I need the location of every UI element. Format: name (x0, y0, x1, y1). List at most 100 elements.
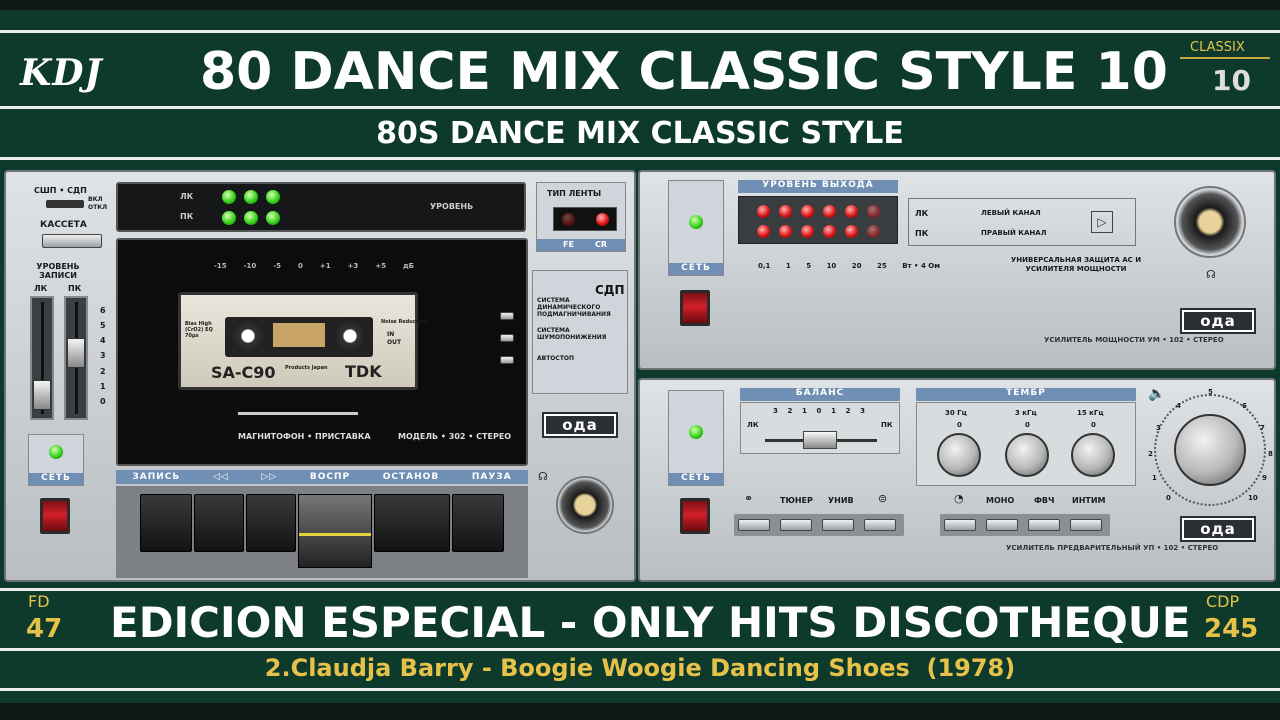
mode-button-row (940, 514, 1110, 536)
cassette-window: -15 -10 -5 0 +1 +3 +5 дБ Bias High (CrO2… (116, 238, 528, 466)
mode-mono-button[interactable] (986, 519, 1018, 531)
balance-tick: 3 (773, 407, 778, 415)
play-key[interactable] (298, 494, 372, 568)
volume-tick: 2 (1148, 450, 1153, 458)
timbre-zero-low: 0 (957, 421, 962, 429)
input-aux-button[interactable] (738, 519, 770, 531)
balance-tick: 0 (816, 407, 822, 415)
noise-switch-label: СШП • СДП (34, 186, 87, 195)
pause-key[interactable] (452, 494, 504, 552)
timbre-knob-low[interactable] (937, 433, 981, 477)
power-led (49, 445, 63, 459)
mode-intim-button[interactable] (1070, 519, 1102, 531)
balance-right-label: ПК (881, 421, 893, 429)
output-led (779, 225, 792, 238)
input-univ-button[interactable] (822, 519, 854, 531)
timbre-zero-mid: 0 (1025, 421, 1030, 429)
aux-icon: ⚭ (744, 492, 754, 505)
deck-power-box: СЕТЬ (28, 434, 84, 486)
tape-origin: Products Japan (285, 365, 328, 371)
slider-thumb[interactable] (33, 380, 51, 410)
headphone-icon: ☊ (1206, 268, 1216, 281)
tape-in-label: IN (387, 331, 395, 338)
record-slider-right[interactable] (64, 296, 88, 420)
record-slider-left[interactable] (30, 296, 54, 420)
meter-tick: +3 (347, 262, 359, 270)
timbre-band-mid: 3 кГц (1015, 409, 1037, 417)
input-tuner-label: ТЮНЕР (780, 496, 813, 505)
pre-power-label: СЕТЬ (669, 473, 723, 485)
mode-hpf-button[interactable] (1028, 519, 1060, 531)
balance-tick: 2 (787, 407, 793, 415)
pre-power-led (689, 425, 703, 439)
scale-tick: 3 (100, 351, 106, 361)
mode-loudness-button[interactable] (944, 519, 976, 531)
output-led (801, 225, 814, 238)
amp-power-box: СЕТЬ (668, 180, 724, 276)
balance-scale: 3 2 1 0 1 2 3 (773, 407, 865, 415)
timbre-knob-mid[interactable] (1005, 433, 1049, 477)
din-socket[interactable] (556, 476, 614, 534)
play-icon[interactable]: ▷ (1091, 211, 1113, 233)
play-key-stripe (299, 533, 371, 536)
timbre-knob-high[interactable] (1071, 433, 1115, 477)
input-univ-label: УНИВ (828, 496, 854, 505)
pre-power-button[interactable] (680, 498, 710, 534)
deck-power-button[interactable] (40, 498, 70, 534)
meter-led (222, 211, 236, 225)
pre-model-label: УСИЛИТЕЛЬ ПРЕДВАРИТЕЛЬНЫЙ УП • 102 • СТЕ… (1006, 544, 1219, 552)
autostop-button[interactable] (500, 356, 514, 364)
balance-tick: 1 (802, 407, 807, 415)
amp-power-label: СЕТЬ (669, 263, 723, 275)
kdj-logo: KDJ (20, 52, 103, 94)
meter-tick: 0 (298, 262, 303, 270)
cassette-eject-button[interactable] (42, 234, 102, 248)
timbre-box: 30 Гц 3 кГц 15 кГц 0 0 0 (916, 402, 1136, 486)
scale-tick: 1 (100, 381, 106, 391)
amp-power-led (689, 215, 703, 229)
transport-strip: ЗАПИСЬ ◁◁ ▷▷ ВОСПР ОСТАНОВ ПАУЗА (116, 470, 528, 484)
noise-switch[interactable] (46, 200, 84, 208)
record-key[interactable] (140, 494, 192, 552)
meter-tick: +5 (375, 262, 387, 270)
transport-label-stop: ОСТАНОВ (382, 472, 440, 482)
output-tick: 25 (877, 262, 887, 270)
input-tape-button[interactable] (864, 519, 896, 531)
switch-off-label: ОТКЛ (88, 204, 108, 211)
amp-din-socket[interactable] (1174, 186, 1246, 258)
scale-tick: 4 (100, 336, 106, 346)
slider-scale: 6 5 4 3 2 1 0 (100, 306, 110, 406)
input-tuner-button[interactable] (780, 519, 812, 531)
output-level-window (738, 196, 898, 244)
volume-tick: 8 (1268, 450, 1273, 458)
volume-knob[interactable] (1174, 414, 1246, 486)
sdp-button[interactable] (500, 312, 514, 320)
stop-key[interactable] (374, 494, 450, 552)
volume-tick: 1 (1152, 474, 1157, 482)
power-amplifier: СЕТЬ УРОВЕНЬ ВЫХОДА 0,1 1 5 10 20 25 Вт … (638, 170, 1276, 370)
amp-power-button[interactable] (680, 290, 710, 326)
deck-model-left: МАГНИТОФОН • ПРИСТАВКА (238, 432, 371, 441)
cassette-eject-label: КАССЕТА (40, 220, 87, 230)
divider (0, 648, 1280, 651)
slider-thumb[interactable] (67, 338, 85, 368)
speaker-icon: 🔈 (1148, 386, 1166, 402)
forward-key[interactable] (246, 494, 296, 552)
tape-type-box: ТИП ЛЕНТЫ FE CR (536, 182, 626, 252)
meter-tick: дБ (403, 262, 414, 270)
fd-label: FD (28, 592, 50, 611)
page-subtitle: 80S DANCE MIX CLASSIC STYLE (376, 116, 904, 151)
cdp-label: CDP (1206, 592, 1240, 611)
amp-channel-right-name: ПРАВЫЙ КАНАЛ (981, 229, 1047, 237)
channel-right-label: ПК (68, 284, 82, 293)
balance-slider-thumb[interactable] (803, 431, 837, 449)
brand-logo: ода (542, 412, 618, 438)
volume-tick: 3 (1156, 424, 1161, 432)
pre-power-box: СЕТЬ (668, 390, 724, 486)
system2-label: СИСТЕМА ШУМОПОНИЖЕНИЯ (537, 327, 607, 341)
mode-mono-label: МОНО (986, 496, 1015, 505)
output-level-title: УРОВЕНЬ ВЫХОДА (738, 180, 898, 193)
noise-reduction-button[interactable] (500, 334, 514, 342)
record-level-title: УРОВЕНЬ ЗАПИСИ (36, 262, 80, 280)
rewind-key[interactable] (194, 494, 244, 552)
